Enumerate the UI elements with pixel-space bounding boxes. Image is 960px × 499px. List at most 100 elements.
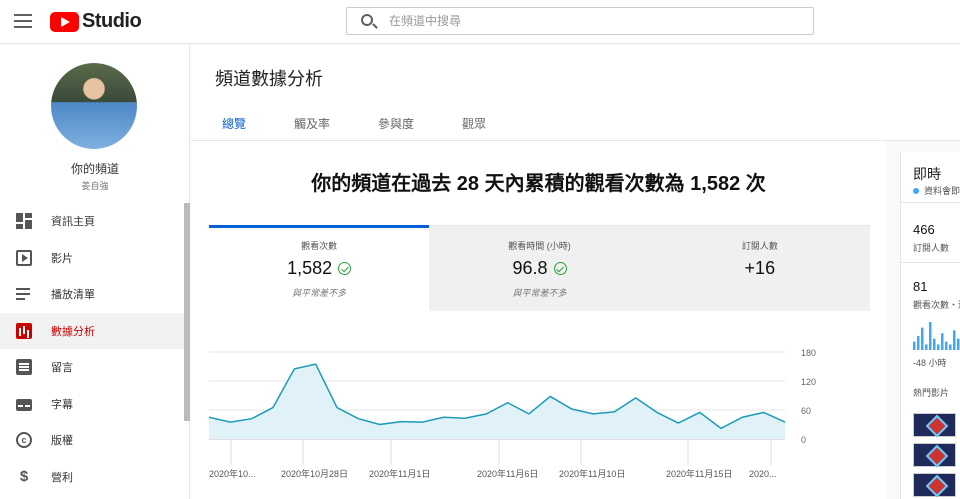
- channel-label: 你的頻道: [70, 162, 119, 176]
- x-tick-label: 2020年11月6日: [477, 468, 538, 479]
- x-tick-label: 2020年11月1日: [369, 468, 430, 479]
- sidebar-item-label: 影片: [51, 252, 73, 265]
- sidebar-item-playlists[interactable]: 播放清單: [0, 276, 184, 313]
- sidebar-item-label: 播放清單: [51, 289, 95, 302]
- tab-engagement[interactable]: 參與度: [368, 115, 424, 144]
- metric-value: +16: [744, 258, 776, 278]
- sidebar-item-label: 版權: [51, 435, 73, 448]
- copyright-icon: c: [16, 432, 32, 449]
- analytics-icon: [16, 322, 32, 339]
- sidebar-item-label: 留言: [51, 362, 73, 375]
- check-circle-icon: [553, 262, 567, 275]
- realtime-subscribers-label: 訂閱人數: [913, 243, 950, 253]
- sidebar-scrollbar[interactable]: [184, 203, 190, 421]
- sidebar-item-label: 營利: [51, 471, 73, 484]
- realtime-bar: [949, 344, 952, 350]
- channel-owner-name: 姜自強: [81, 181, 109, 191]
- metric-note: 與平常差不多: [512, 288, 567, 298]
- divider: [901, 262, 960, 263]
- subtitles-icon: [16, 398, 32, 411]
- top-videos-label: 熱門影片: [913, 388, 950, 398]
- realtime-bar: [937, 344, 940, 350]
- realtime-bar: [945, 341, 948, 350]
- realtime-bar: [925, 344, 928, 350]
- metric-label: 訂閱人數: [741, 241, 778, 251]
- metric-label: 觀看次數: [301, 241, 338, 251]
- live-dot-icon: [913, 188, 919, 194]
- realtime-bar-chart: [913, 322, 960, 350]
- top-bar: Studio: [0, 0, 960, 44]
- realtime-panel: 即時 資料會即時更新 466 訂閱人數 81 觀看次數・過去 48 小時 -48…: [900, 152, 960, 499]
- sidebar-nav: 資訊主頁 影片 播放清單 數據分析 留言 字幕 c 版權 $ 營利: [0, 203, 184, 495]
- page-header: 頻道數據分析 總覽 觸及率 參與度 觀眾: [191, 45, 960, 144]
- avatar[interactable]: [51, 63, 137, 149]
- dashboard-icon: [16, 213, 32, 230]
- realtime-bar: [913, 341, 916, 350]
- metric-value-row: 96.8: [429, 258, 649, 279]
- sidebar-item-dashboard[interactable]: 資訊主頁: [0, 203, 184, 240]
- realtime-bar: [957, 338, 960, 350]
- playlist-icon: [16, 286, 32, 303]
- divider: [901, 202, 960, 203]
- x-tick-label: 2020年11月10日: [559, 468, 625, 479]
- metric-value: 1,582: [287, 258, 333, 278]
- tab-overview[interactable]: 總覽: [212, 115, 257, 144]
- metric-value: 96.8: [512, 258, 548, 278]
- realtime-subscribers-value: 466: [913, 222, 935, 237]
- sidebar-item-label: 資訊主頁: [51, 216, 95, 229]
- tab-reach[interactable]: 觸及率: [284, 115, 340, 144]
- sidebar-item-subtitles[interactable]: 字幕: [0, 386, 184, 423]
- x-tick-label: 2020年10月28日: [281, 468, 348, 479]
- realtime-hours-label: -48 小時: [913, 358, 947, 368]
- realtime-bar: [917, 336, 920, 350]
- realtime-title: 即時: [913, 166, 941, 182]
- video-thumbnail[interactable]: [913, 473, 956, 497]
- x-tick-label: 2020年10...: [209, 468, 256, 479]
- sidebar: 你的頻道 姜自強 資訊主頁 影片 播放清單 數據分析 留言 字幕 c 版權 $ 營利: [0, 45, 190, 499]
- x-tick-label: 2020...: [749, 469, 777, 479]
- comment-icon: [16, 359, 32, 376]
- realtime-views-value: 81: [913, 279, 928, 294]
- realtime-bar: [921, 327, 924, 350]
- sidebar-item-monetization[interactable]: $ 營利: [0, 459, 184, 496]
- sidebar-item-label: 數據分析: [51, 325, 95, 338]
- check-circle-icon: [338, 262, 352, 275]
- search-input[interactable]: [389, 12, 789, 30]
- youtube-logo-icon: [50, 11, 79, 32]
- video-thumbnail[interactable]: [913, 443, 956, 467]
- metric-value-row: 1,582: [209, 258, 429, 279]
- monetization-icon: $: [19, 467, 29, 485]
- metric-note: 與平常差不多: [292, 288, 347, 298]
- realtime-bar: [941, 333, 944, 350]
- sidebar-item-label: 字幕: [51, 398, 73, 411]
- series-area: [209, 364, 785, 439]
- realtime-views-label: 觀看次數・過去 48 小時: [913, 300, 960, 310]
- realtime-bar: [933, 338, 936, 350]
- metric-views[interactable]: 觀看次數 1,582 與平常差不多: [209, 225, 430, 311]
- y-tick-label: 0: [801, 435, 806, 445]
- sidebar-item-videos[interactable]: 影片: [0, 240, 184, 277]
- metric-label: 觀看時間 (小時): [508, 241, 571, 251]
- views-chart: 0 60 120 180 2020年10... 2020年10月28日 2020年11月1日…: [209, 348, 816, 479]
- tab-audience[interactable]: 觀眾: [452, 115, 496, 144]
- sidebar-item-analytics[interactable]: 數據分析: [0, 312, 184, 349]
- search-icon[interactable]: [361, 14, 373, 26]
- page-title: 頻道數據分析: [215, 69, 323, 89]
- metric-value-row: +16: [650, 258, 870, 279]
- realtime-bar: [953, 330, 956, 350]
- video-thumbnail[interactable]: [913, 413, 956, 437]
- search-box[interactable]: [346, 7, 814, 35]
- menu-icon[interactable]: [14, 14, 32, 28]
- metric-subscribers[interactable]: 訂閱人數 +16: [649, 225, 870, 311]
- overview-card: 你的頻道在過去 28 天內累積的觀看次數為 1,582 次 觀看次數 1,582…: [191, 141, 886, 499]
- studio-logo[interactable]: Studio: [50, 10, 142, 33]
- x-tick-label: 2020年11月15日: [666, 468, 732, 479]
- y-tick-label: 60: [801, 406, 811, 416]
- metric-watch-time[interactable]: 觀看時間 (小時) 96.8 與平常差不多: [429, 225, 650, 311]
- video-icon: [16, 249, 32, 266]
- studio-wordmark: Studio: [82, 10, 142, 32]
- summary-headline: 你的頻道在過去 28 天內累積的觀看次數為 1,582 次: [311, 173, 766, 195]
- realtime-live-label: 資料會即時更新: [913, 184, 960, 197]
- sidebar-item-copyright[interactable]: c 版權: [0, 422, 184, 459]
- sidebar-item-comments[interactable]: 留言: [0, 349, 184, 386]
